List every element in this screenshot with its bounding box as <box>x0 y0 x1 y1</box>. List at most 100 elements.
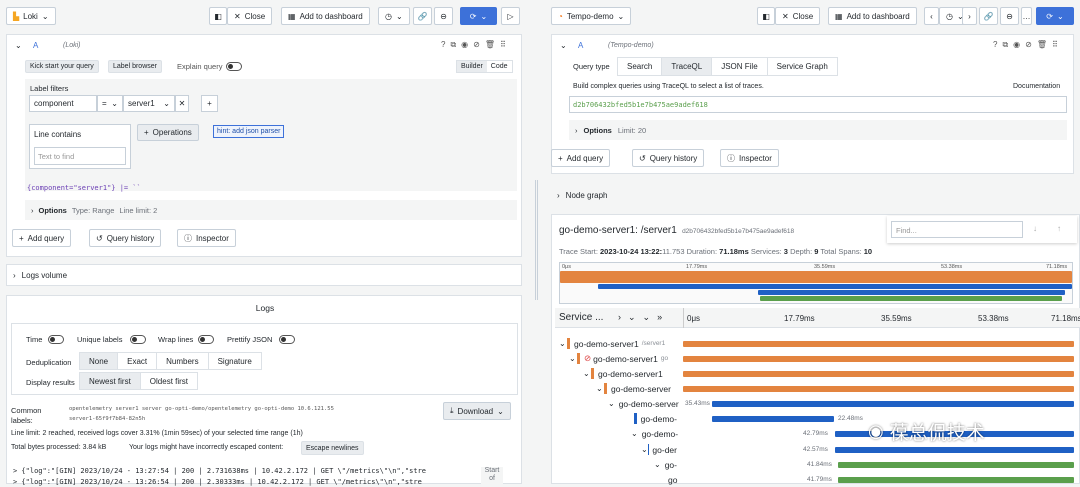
loki-datasource-picker[interactable]: ▙ Loki ⌄ <box>6 7 56 25</box>
add-to-dashboard-button[interactable]: ▦ Add to dashboard <box>828 7 917 25</box>
newest-first[interactable]: Newest first <box>80 373 141 389</box>
pane-splitter[interactable] <box>535 180 538 300</box>
chevron-down-icon[interactable]: ⌄ <box>631 429 638 438</box>
collapse-icon[interactable]: ⌄ <box>15 41 22 50</box>
span-bar[interactable] <box>683 356 1074 362</box>
span-bar[interactable] <box>838 477 1074 483</box>
add-filter-button[interactable]: + <box>201 95 218 112</box>
label-key-select[interactable]: component <box>29 95 97 112</box>
query-history-button[interactable]: ↺ Query history <box>632 149 705 167</box>
span-bar[interactable] <box>835 447 1074 453</box>
hint-json-parser[interactable]: hint: add json parser <box>213 125 285 138</box>
tab-json-file[interactable]: JSON File <box>712 58 768 75</box>
text-to-find-input[interactable]: Text to find <box>34 147 126 165</box>
close-button[interactable]: ✕ Close <box>227 7 273 25</box>
history-button[interactable]: … <box>1021 7 1032 25</box>
span-bar[interactable] <box>712 401 1074 407</box>
label-browser-button[interactable]: Label browser <box>108 60 162 73</box>
service-column-header[interactable]: Service ... <box>559 312 603 323</box>
chevron-down-icon[interactable]: ⌄ <box>654 460 661 469</box>
query-options-row[interactable]: › Options Type: Range Line limit: 2 <box>25 200 517 220</box>
span-row[interactable]: go <box>555 472 680 487</box>
operator-select[interactable]: = ⌄ <box>97 95 123 112</box>
query-options-row[interactable]: › Options Limit: 20 <box>569 120 1067 140</box>
span-row[interactable]: ⌄ go-der <box>555 442 680 457</box>
share-link-button[interactable]: 🔗 <box>979 7 998 25</box>
share-link-button[interactable]: 🔗 <box>413 7 432 25</box>
inspector-button[interactable]: ⓘ Inspector <box>177 229 236 247</box>
dedup-none[interactable]: None <box>80 353 119 369</box>
explain-query-toggle[interactable] <box>226 62 242 71</box>
time-picker-button[interactable]: ◷ ⌄ <box>378 7 410 25</box>
operations-button[interactable]: + Operations <box>137 124 199 141</box>
span-bar[interactable] <box>712 416 834 422</box>
tempo-datasource-picker[interactable]: ◔ Tempo-demo ⌄ <box>551 7 632 25</box>
download-button[interactable]: ⤓ Download ⌄ <box>443 402 511 420</box>
span-bar[interactable] <box>838 462 1074 468</box>
query-row-actions[interactable]: ?⧉◉⊘🗑⠿ <box>993 40 1063 50</box>
zoom-out-button[interactable]: ⊖ <box>434 7 453 25</box>
node-graph-panel[interactable]: › Node graph <box>551 185 1074 205</box>
log-row[interactable]: > {"log":"[GIN] 2023/10/24 - 13:27:54 | … <box>13 467 477 475</box>
time-back-button[interactable]: ‹ <box>924 7 939 25</box>
inspector-button[interactable]: ⓘ Inspector <box>720 149 779 167</box>
chevron-down-icon[interactable]: ⌄ <box>596 384 604 393</box>
prettify-json-toggle[interactable] <box>279 335 295 344</box>
kick-start-button[interactable]: Kick start your query <box>25 60 99 73</box>
documentation-link[interactable]: Documentation <box>1013 83 1060 90</box>
chevron-down-icon[interactable]: ⌄ <box>569 354 577 363</box>
builder-tab[interactable]: Builder <box>457 61 487 72</box>
chevron-down-icon[interactable]: ⌄ <box>608 399 615 408</box>
add-to-dashboard-button[interactable]: ▦ Add to dashboard <box>281 7 370 25</box>
escape-newlines-button[interactable]: Escape newlines <box>301 441 364 455</box>
tab-traceql[interactable]: TraceQL <box>662 58 713 75</box>
trace-minimap[interactable]: 0μs 17.79ms 35.59ms 53.38ms 71.18ms <box>559 262 1073 304</box>
span-row[interactable]: go-demo- <box>555 411 680 426</box>
add-query-button[interactable]: + Add query <box>551 149 611 167</box>
span-row[interactable]: ⌄ go-demo-server1 <box>555 366 680 381</box>
span-bar[interactable] <box>683 386 1074 392</box>
dedup-exact[interactable]: Exact <box>118 353 158 369</box>
next-match-icon[interactable]: ↓ <box>1033 224 1037 233</box>
run-query-button[interactable]: ▷ <box>501 7 520 25</box>
traceql-input[interactable]: d2b706432bfed5b1e7b475ae9adef618 <box>569 96 1067 113</box>
oldest-first[interactable]: Oldest first <box>141 373 197 389</box>
start-of-range-button[interactable]: Start of <box>481 467 503 485</box>
query-history-button[interactable]: ↺ Query history <box>89 229 162 247</box>
collapse-controls[interactable]: ›⌄⌄» <box>618 312 669 323</box>
unique-labels-toggle[interactable] <box>130 335 146 344</box>
span-row[interactable]: ⌄ go-demo-server <box>555 396 680 411</box>
span-row[interactable]: ⌄ go- <box>555 457 680 472</box>
chevron-down-icon[interactable]: ⌄ <box>559 339 567 348</box>
collapse-icon[interactable]: ⌄ <box>560 41 567 50</box>
span-row[interactable]: ⌄ go-demo-server <box>555 381 680 396</box>
label-value-select[interactable]: server1 ⌄ <box>123 95 175 112</box>
query-row-actions[interactable]: ?⧉◉⊘🗑⠿ <box>441 40 511 50</box>
refresh-button[interactable]: ⟳ ⌄ <box>460 7 497 25</box>
span-row[interactable]: ⌄ go-demo- <box>555 426 680 441</box>
tab-search[interactable]: Search <box>618 58 663 75</box>
log-row[interactable]: > {"log":"[GIN] 2023/10/24 - 13:26:54 | … <box>13 478 477 486</box>
close-button[interactable]: ✕ Close <box>775 7 821 25</box>
time-forward-button[interactable]: › <box>962 7 977 25</box>
zoom-out-button[interactable]: ⊖ <box>1000 7 1019 25</box>
prev-match-icon[interactable]: ↑ <box>1057 224 1061 233</box>
time-toggle[interactable] <box>48 335 64 344</box>
span-row[interactable]: ⌄ go-demo-server1/server1 <box>555 336 680 351</box>
tab-service-graph[interactable]: Service Graph <box>768 58 837 75</box>
refresh-button[interactable]: ⟳ ⌄ <box>1036 7 1074 25</box>
split-icon-button[interactable]: ◧ <box>757 7 775 25</box>
dedup-signature[interactable]: Signature <box>209 353 261 369</box>
dedup-numbers[interactable]: Numbers <box>157 353 209 369</box>
chevron-down-icon[interactable]: ⌄ <box>583 369 591 378</box>
wrap-lines-toggle[interactable] <box>198 335 214 344</box>
span-row[interactable]: ⌄ ⊘ go-demo-server1 go <box>555 351 680 366</box>
find-input[interactable]: Find... <box>891 221 1023 238</box>
logs-volume-panel[interactable]: › Logs volume <box>6 264 522 286</box>
split-icon-button[interactable]: ◧ <box>209 7 227 25</box>
remove-filter-button[interactable]: ✕ <box>175 95 189 112</box>
span-bar[interactable] <box>683 341 1074 347</box>
code-tab[interactable]: Code <box>487 61 512 72</box>
add-query-button[interactable]: + Add query <box>12 229 72 247</box>
chevron-down-icon[interactable]: ⌄ <box>641 445 648 454</box>
